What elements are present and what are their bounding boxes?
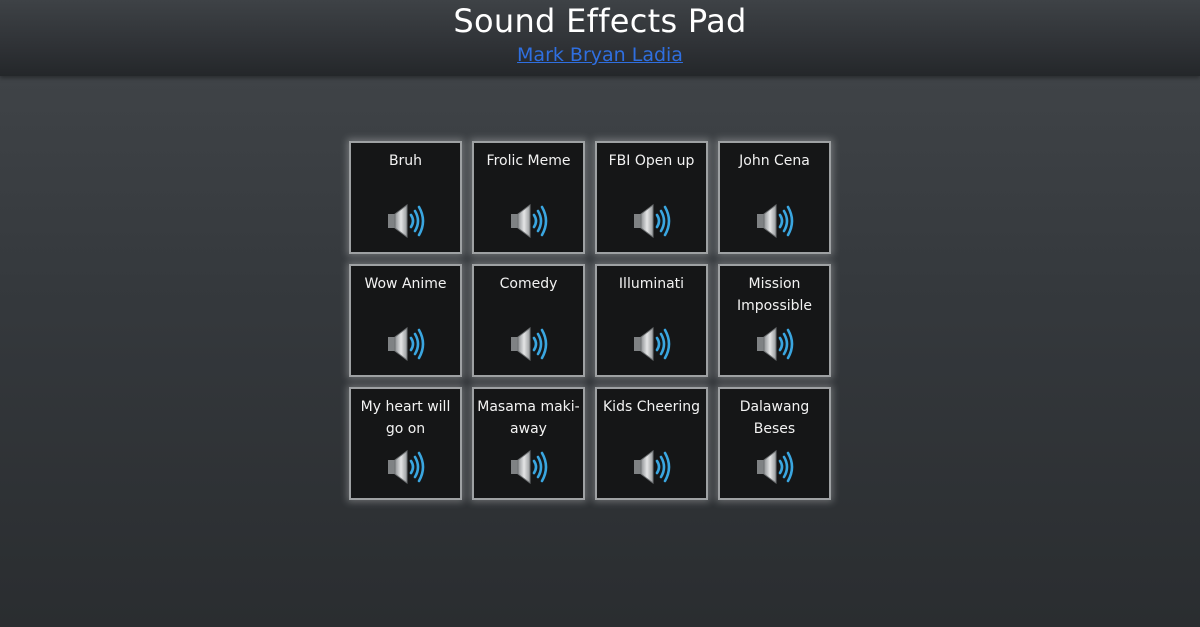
speaker-icon	[509, 449, 548, 485]
speaker-icon	[632, 326, 671, 362]
speaker-icon	[386, 449, 425, 485]
sound-pad-bruh[interactable]: Bruh	[349, 141, 462, 254]
sound-pad-label: Frolic Meme	[486, 153, 571, 169]
sound-pad-label: Kids Cheering	[603, 399, 700, 415]
speaker-icon	[632, 449, 671, 485]
author-link[interactable]: Mark Bryan Ladia	[0, 44, 1200, 66]
speaker-icon	[386, 326, 425, 362]
sound-pad-label: Illuminati	[618, 276, 685, 292]
speaker-icon	[755, 203, 794, 239]
sound-pad-label: Comedy	[499, 276, 558, 292]
sound-pad-dalawang-beses[interactable]: Dalawang Beses	[718, 387, 831, 500]
sound-pad-label: Wow Anime	[364, 276, 447, 292]
speaker-icon	[755, 326, 794, 362]
sound-pad-label: Mission Impossible	[736, 276, 813, 314]
sound-pad-john-cena[interactable]: John Cena	[718, 141, 831, 254]
sound-pad-fbi-open-up[interactable]: FBI Open up	[595, 141, 708, 254]
speaker-icon	[386, 203, 425, 239]
speaker-icon	[755, 449, 794, 485]
sound-pad-wow-anime[interactable]: Wow Anime	[349, 264, 462, 377]
sound-pad-label: Dalawang Beses	[739, 399, 810, 437]
sound-pad-mission-impossible[interactable]: Mission Impossible	[718, 264, 831, 377]
speaker-icon	[509, 326, 548, 362]
sound-pad-illuminati[interactable]: Illuminati	[595, 264, 708, 377]
sound-pad-grid: Bruh Frolic Meme FBI Open up John Cena W…	[349, 141, 831, 500]
sound-pad-label: John Cena	[739, 153, 810, 169]
page-header: Sound Effects Pad Mark Bryan Ladia	[0, 0, 1200, 76]
sound-pad-kids-cheering[interactable]: Kids Cheering	[595, 387, 708, 500]
sound-pad-masama-maki-away[interactable]: Masama maki-away	[472, 387, 585, 500]
sound-pad-my-heart-will-go-on[interactable]: My heart will go on	[349, 387, 462, 500]
sound-pad-label: FBI Open up	[608, 153, 695, 169]
sound-pad-label: Bruh	[388, 153, 423, 169]
sound-pad-label: My heart will go on	[360, 399, 451, 437]
sound-pad-label: Masama maki-away	[477, 399, 580, 437]
speaker-icon	[632, 203, 671, 239]
sound-pad-comedy[interactable]: Comedy	[472, 264, 585, 377]
sound-pad-frolic-meme[interactable]: Frolic Meme	[472, 141, 585, 254]
speaker-icon	[509, 203, 548, 239]
page-title: Sound Effects Pad	[453, 2, 747, 40]
